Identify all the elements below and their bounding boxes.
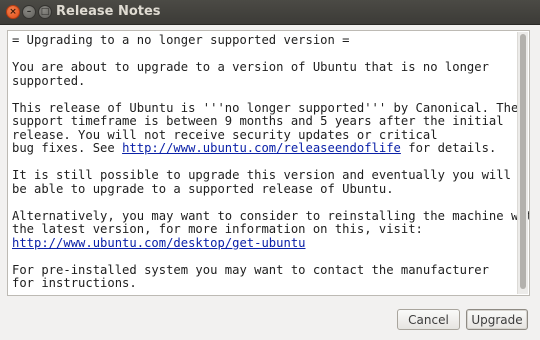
release-end-of-life-link[interactable]: http://www.ubuntu.com/releaseendoflife [122, 141, 401, 155]
upgrade-button[interactable]: Upgrade [466, 309, 528, 330]
notes-paragraph-still-possible: It is still possible to upgrade this ver… [12, 168, 511, 196]
cancel-button[interactable]: Cancel [397, 309, 460, 330]
window-title: Release Notes [56, 4, 161, 19]
release-notes-window: × – □ Release Notes = Upgrading to a no … [0, 0, 540, 340]
title-bar[interactable]: × – □ Release Notes [0, 0, 540, 25]
release-notes-text-view[interactable]: = Upgrading to a no longer supported ver… [7, 30, 530, 296]
close-window-button[interactable]: × [6, 5, 20, 19]
get-ubuntu-link[interactable]: http://www.ubuntu.com/desktop/get-ubuntu [12, 236, 306, 250]
scrollbar-thumb[interactable] [520, 34, 526, 289]
minimize-window-button[interactable]: – [22, 5, 36, 19]
release-notes-content: = Upgrading to a no longer supported ver… [12, 33, 529, 291]
vertical-scrollbar[interactable] [517, 32, 528, 294]
notes-paragraph-pre-installed: For pre-installed system you may want to… [12, 262, 489, 290]
minimize-icon: – [26, 6, 32, 17]
notes-heading: = Upgrading to a no longer supported ver… [12, 33, 350, 47]
close-icon: × [9, 6, 17, 17]
maximize-icon: □ [40, 6, 50, 17]
notes-paragraph-unsupported: You are about to upgrade to a version of… [12, 60, 489, 88]
cancel-button-label: Cancel [408, 312, 449, 327]
notes-paragraph-details: for details. [400, 141, 497, 155]
notes-paragraph-alternatively: Alternatively, you may want to consider … [12, 208, 529, 236]
upgrade-button-label: Upgrade [471, 312, 523, 327]
maximize-window-button[interactable]: □ [38, 5, 52, 19]
